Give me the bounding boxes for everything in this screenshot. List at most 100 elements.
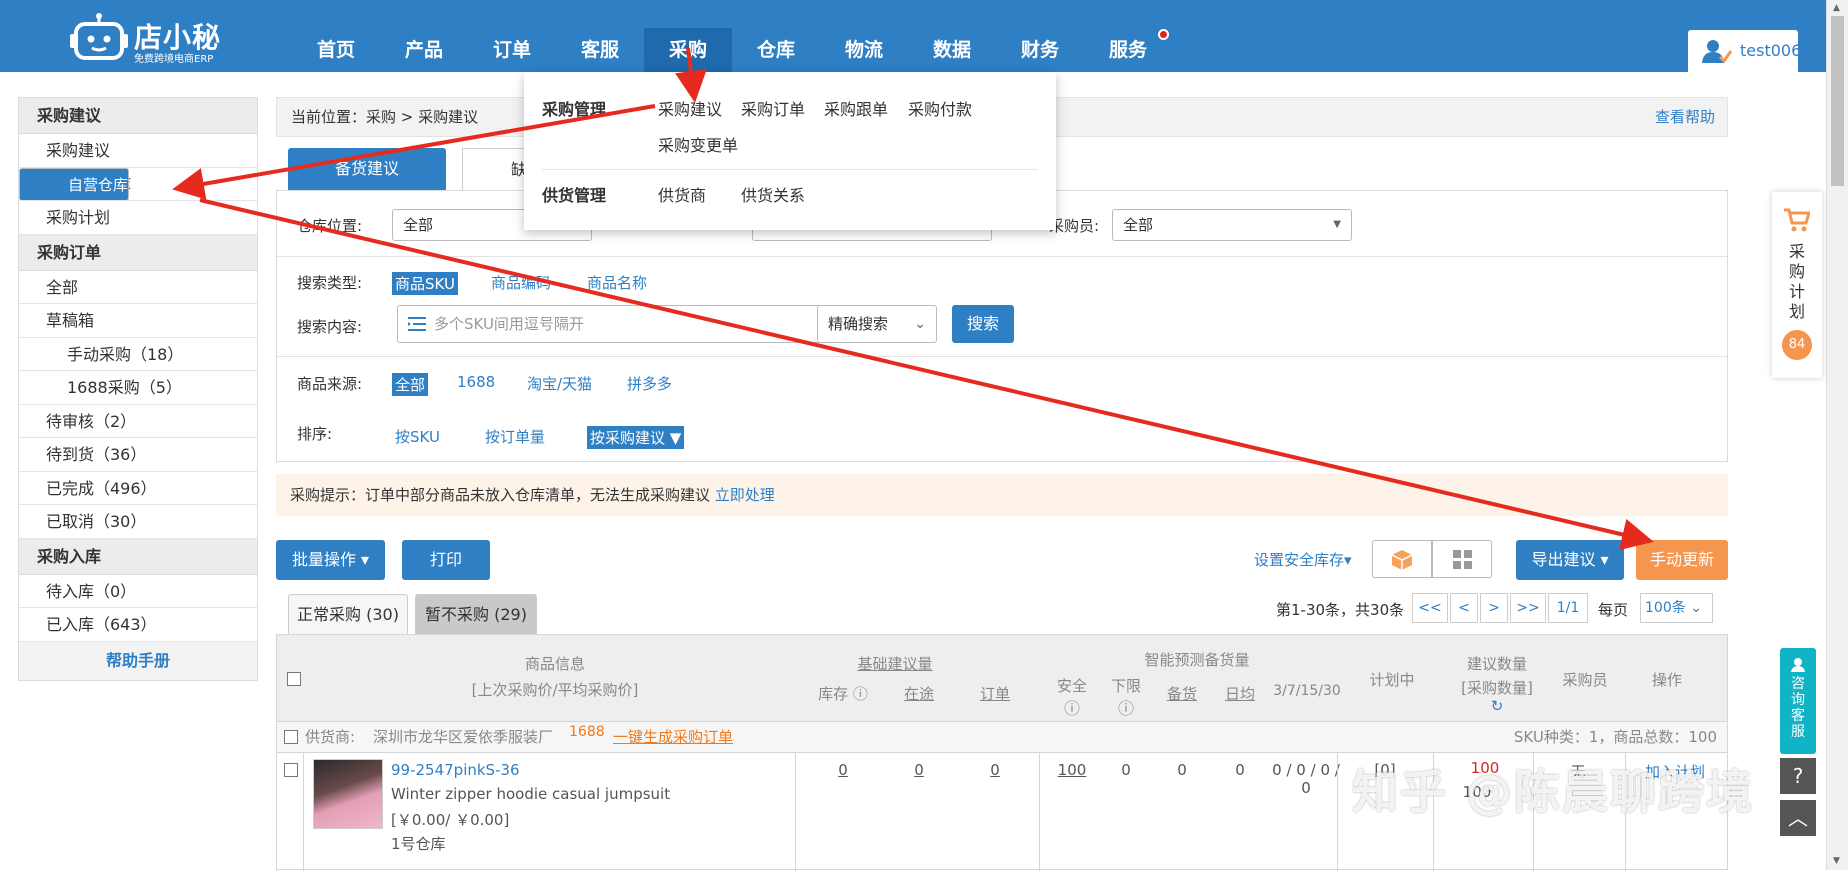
warehouse-value: 全部 bbox=[403, 216, 434, 234]
view-help-link[interactable]: 查看帮助 bbox=[1655, 98, 1715, 136]
source-1688[interactable]: 1688 bbox=[457, 373, 495, 391]
buyer-value: 全部 bbox=[1123, 216, 1154, 234]
help-question-icon[interactable]: ? bbox=[1780, 758, 1816, 794]
back-to-top-icon[interactable]: ︿ bbox=[1780, 800, 1816, 836]
type-code[interactable]: 商品编码 bbox=[491, 272, 551, 293]
nav-warehouse[interactable]: 仓库 bbox=[732, 28, 820, 72]
sidebar-item-awaiting-arrival[interactable]: 待到货（36） bbox=[19, 438, 257, 472]
sidebar-item-all[interactable]: 全部 bbox=[19, 270, 257, 304]
pager-prev[interactable]: < bbox=[1450, 593, 1478, 623]
product-image[interactable] bbox=[313, 759, 383, 829]
sidebar-item-manual[interactable]: 手动采购（18） bbox=[19, 337, 257, 371]
purchase-plan-widget[interactable]: 采购计划 84 bbox=[1772, 192, 1822, 378]
tab-normal-purchase[interactable]: 正常采购 (30) bbox=[288, 594, 408, 634]
nav-purchase[interactable]: 采购 bbox=[644, 28, 732, 72]
cell-safe[interactable]: 100 bbox=[1047, 761, 1097, 779]
scroll-up-icon[interactable]: ▲ bbox=[1833, 3, 1840, 13]
sidebar-item-completed[interactable]: 已完成（496） bbox=[19, 471, 257, 505]
question-icon[interactable]: ⓘ bbox=[853, 685, 868, 703]
nav-home[interactable]: 首页 bbox=[292, 28, 380, 72]
product-title: Winter zipper hoodie casual jumpsuit bbox=[391, 785, 671, 803]
menu-item-change-order[interactable]: 采购变更单 bbox=[658, 132, 738, 156]
nav-logistics[interactable]: 物流 bbox=[820, 28, 908, 72]
sidebar-item-drafts[interactable]: 草稿箱 bbox=[19, 304, 257, 338]
box-view-button[interactable] bbox=[1372, 540, 1432, 578]
source-pdd[interactable]: 拼多多 bbox=[627, 373, 672, 394]
table-header: 商品信息 [上次采购价/平均采购价] 基础建议量 库存 ⓘ 在途 订单 智能预测… bbox=[277, 635, 1727, 721]
watermark: 知乎 @陈晨聊跨境 bbox=[1352, 765, 1755, 819]
pager-current: 1/1 bbox=[1548, 593, 1588, 623]
safety-stock-menu[interactable]: 设置安全库存▾ bbox=[1254, 549, 1352, 570]
menu-item-payment[interactable]: 采购付款 bbox=[908, 96, 972, 120]
tab-paused-purchase[interactable]: 暂不采购 (29) bbox=[415, 594, 537, 634]
source-taobao[interactable]: 淘宝/天猫 bbox=[527, 373, 592, 394]
select-all-checkbox[interactable] bbox=[287, 672, 301, 686]
cell-lower: 0 bbox=[1121, 761, 1131, 779]
sidebar-item-1688[interactable]: 1688采购（5） bbox=[19, 371, 257, 405]
group-checkbox[interactable] bbox=[284, 730, 298, 744]
sidebar-item-plan[interactable]: 采购计划 bbox=[19, 201, 257, 235]
sort-sku[interactable]: 按SKU bbox=[395, 426, 440, 447]
search-placeholder: 多个SKU间用逗号隔开 bbox=[434, 315, 584, 333]
product-price: [￥0.00/ ￥0.00] bbox=[391, 811, 510, 829]
source-all[interactable]: 全部 bbox=[392, 373, 429, 396]
sidebar-header-orders: 采购订单 bbox=[19, 234, 257, 271]
question-icon[interactable]: ⓘ bbox=[1047, 695, 1097, 719]
scroll-down-icon[interactable]: ▼ bbox=[1833, 856, 1840, 866]
type-name[interactable]: 商品名称 bbox=[587, 272, 647, 293]
menu-item-supplier[interactable]: 供货商 bbox=[658, 182, 706, 206]
menu-item-tracking[interactable]: 采购跟单 bbox=[824, 96, 888, 120]
nav-data[interactable]: 数据 bbox=[908, 28, 996, 72]
grid-view-button[interactable] bbox=[1432, 540, 1492, 578]
product-sku-link[interactable]: 99-2547pinkS-36 bbox=[391, 761, 520, 779]
page-scrollbar[interactable]: ▲ ▼ bbox=[1826, 0, 1848, 870]
pager-next[interactable]: > bbox=[1480, 593, 1508, 623]
search-mode-value: 精确搜索 bbox=[828, 315, 889, 333]
search-button[interactable]: 搜索 bbox=[952, 305, 1014, 343]
export-suggestion-button[interactable]: 导出建议 ▾ bbox=[1516, 540, 1624, 580]
cell-order[interactable]: 0 bbox=[965, 761, 1025, 779]
cart-icon bbox=[1784, 208, 1812, 232]
tip-handle-link[interactable]: 立即处理 bbox=[715, 486, 775, 504]
help-manual-link[interactable]: 帮助手册 bbox=[19, 641, 257, 680]
menu-item-suggestion[interactable]: 采购建议 bbox=[658, 96, 722, 120]
nav-orders[interactable]: 订单 bbox=[468, 28, 556, 72]
manual-update-button[interactable]: 手动更新 bbox=[1636, 540, 1728, 580]
cell-stock[interactable]: 0 bbox=[813, 761, 873, 779]
type-sku[interactable]: 商品SKU bbox=[392, 272, 458, 295]
sidebar-item-pending-inbound[interactable]: 待入库（0） bbox=[19, 574, 257, 608]
logo[interactable]: 店小秘 免费跨境电商ERP bbox=[70, 10, 230, 65]
sort-order-qty[interactable]: 按订单量 bbox=[485, 426, 545, 447]
menu-item-supply-relation[interactable]: 供货关系 bbox=[741, 182, 805, 206]
per-page-select[interactable]: 100条 ⌄ bbox=[1640, 593, 1713, 623]
menu-item-purchase-order[interactable]: 采购订单 bbox=[741, 96, 805, 120]
nav-service[interactable]: 客服 bbox=[556, 28, 644, 72]
nav-finance[interactable]: 财务 bbox=[996, 28, 1084, 72]
print-button[interactable]: 打印 bbox=[402, 540, 490, 580]
tab-stock-suggestion[interactable]: 备货建议 bbox=[288, 148, 446, 190]
sidebar-item-self-warehouse[interactable]: 自营仓库 bbox=[19, 167, 130, 201]
buyer-select[interactable]: 全部 ▼ bbox=[1112, 209, 1352, 241]
refresh-icon[interactable]: ↻ bbox=[1437, 697, 1557, 715]
sidebar-item-inbound[interactable]: 已入库（643） bbox=[19, 608, 257, 642]
sidebar-item-cancelled[interactable]: 已取消（30） bbox=[19, 505, 257, 539]
search-input[interactable]: 多个SKU间用逗号隔开 bbox=[397, 305, 837, 343]
search-mode-select[interactable]: 精确搜索 ⌄ bbox=[817, 305, 937, 343]
sidebar-item-suggestion[interactable]: 采购建议 bbox=[19, 134, 257, 168]
sort-suggestion[interactable]: 按采购建议 ▼ bbox=[587, 426, 685, 449]
per-page-label: 每页 bbox=[1598, 601, 1629, 619]
pager-last[interactable]: >> bbox=[1510, 593, 1546, 623]
batch-ops-button[interactable]: 批量操作 ▾ bbox=[276, 540, 385, 580]
user-menu[interactable]: test006 bbox=[1688, 30, 1801, 72]
row-checkbox[interactable] bbox=[284, 763, 298, 777]
scrollbar-thumb[interactable] bbox=[1831, 16, 1844, 186]
generate-order-link[interactable]: 一键生成采购订单 bbox=[613, 722, 733, 752]
supplier-label: 供货商: bbox=[305, 728, 356, 746]
customer-service-button[interactable]: 咨询客服 bbox=[1780, 648, 1816, 754]
menu-group-purchase: 采购管理 bbox=[542, 100, 607, 119]
sidebar-item-pending-review[interactable]: 待审核（2） bbox=[19, 404, 257, 438]
cell-transit[interactable]: 0 bbox=[889, 761, 949, 779]
nav-products[interactable]: 产品 bbox=[380, 28, 468, 72]
pager-first[interactable]: << bbox=[1412, 593, 1448, 623]
question-icon[interactable]: ⓘ bbox=[1101, 695, 1151, 719]
